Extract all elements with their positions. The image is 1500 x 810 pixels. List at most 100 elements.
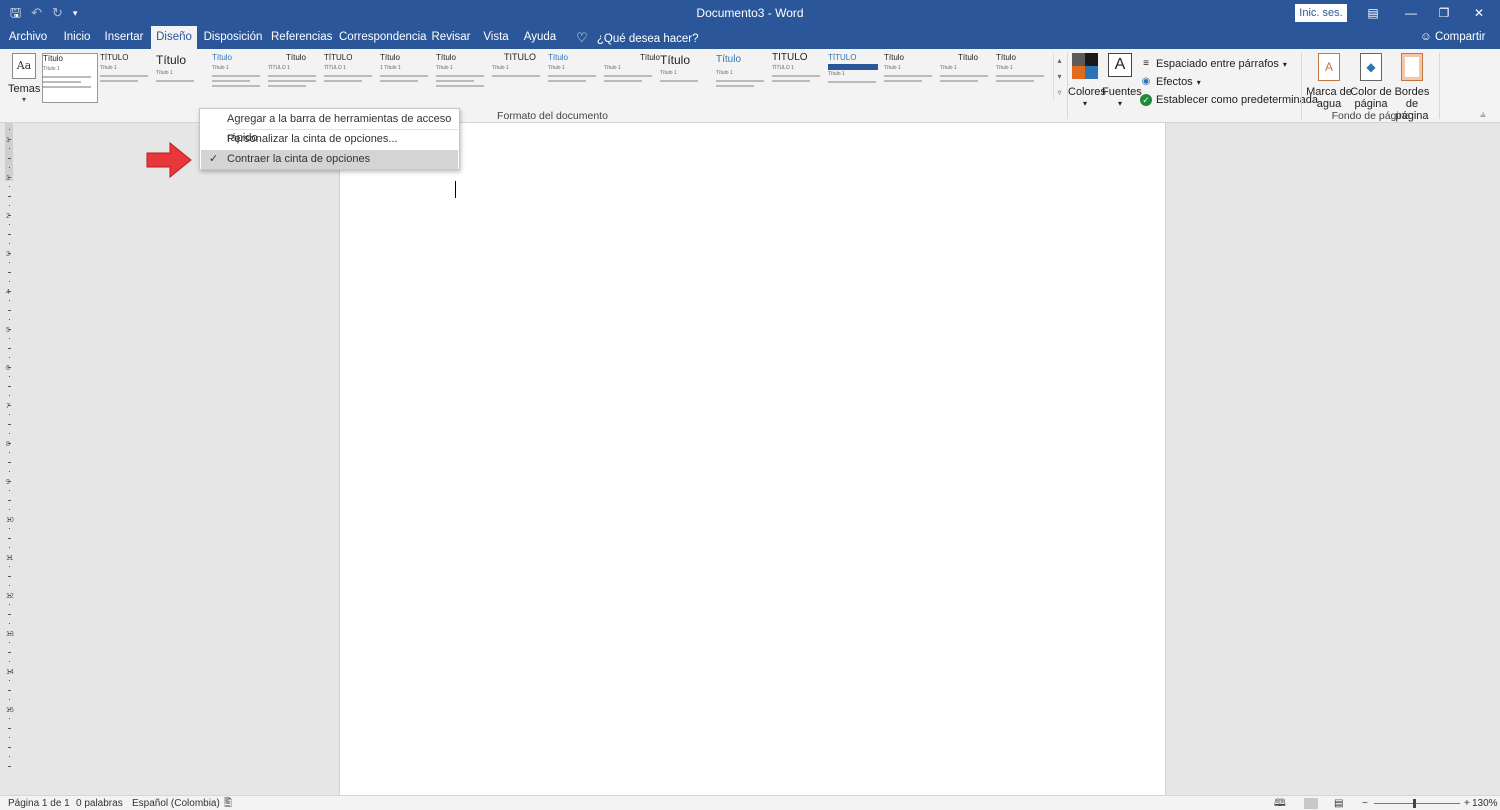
print-layout-icon[interactable] — [1304, 798, 1318, 809]
tab-insertar[interactable]: Insertar — [102, 26, 146, 49]
minimize-icon[interactable]: — — [1400, 4, 1422, 22]
marca-agua-label: Marca de agua — [1306, 86, 1352, 110]
sign-in-button[interactable]: Inic. ses. — [1295, 4, 1347, 22]
style-set-item[interactable]: TÍTULO Título 1 — [100, 53, 156, 103]
style-title: Título — [884, 53, 905, 62]
effects-icon: ◉ — [1141, 76, 1151, 87]
ruler-tick — [9, 243, 10, 244]
gallery-scroll: ▴ ▾ ▿ — [1053, 53, 1065, 101]
document-page[interactable] — [339, 123, 1166, 795]
ruler-tick — [9, 262, 10, 263]
tab-disposicion[interactable]: Disposición — [203, 26, 263, 49]
zoom-slider[interactable] — [1374, 803, 1460, 804]
style-set-item[interactable]: Título Título 1 — [660, 53, 716, 103]
zoom-level[interactable]: 130% — [1472, 797, 1498, 810]
ruler-tick — [9, 585, 10, 586]
web-layout-icon[interactable]: ▤ — [1334, 797, 1343, 810]
style-line — [268, 80, 316, 82]
ruler-tick — [9, 642, 10, 643]
style-set-item[interactable]: Título Título 1 — [42, 53, 98, 103]
style-line — [324, 80, 362, 82]
zoom-out-button[interactable]: − — [1362, 797, 1368, 810]
gallery-more-icon[interactable]: ▿ — [1054, 85, 1065, 101]
menu-item-customize-ribbon[interactable]: Personalizar la cinta de opciones... — [201, 130, 458, 149]
ruler-number: 4 — [6, 289, 10, 296]
fuentes-button[interactable]: A Fuentes ▾ — [1102, 53, 1142, 110]
ruler-number: 12 — [6, 593, 14, 600]
tab-diseno[interactable]: Diseño — [151, 26, 197, 49]
style-set-item[interactable]: TÍTULO Título 1 — [828, 53, 884, 103]
style-set-item[interactable]: TÍTULO TÍTULO 1 — [324, 53, 380, 103]
style-set-item[interactable]: Título Título 1 — [884, 53, 940, 103]
style-title: Título — [639, 53, 660, 62]
ribbon-display-options-icon[interactable]: ▤ — [1362, 4, 1384, 22]
ruler-tick — [9, 661, 10, 662]
color-pagina-button[interactable]: ◆ Color de página — [1350, 53, 1392, 110]
tab-ayuda[interactable]: Ayuda — [521, 26, 559, 49]
temas-button[interactable]: Aa Temas ▾ — [8, 53, 40, 104]
style-set-item[interactable]: TÍTULO Título 1 — [492, 53, 548, 103]
word-count[interactable]: 0 palabras — [76, 797, 123, 810]
style-line — [43, 76, 91, 78]
read-mode-icon[interactable]: 🕮 — [1274, 797, 1286, 810]
ruler-tick — [8, 746, 11, 748]
ruler-number: 10 — [6, 517, 14, 524]
tab-archivo[interactable]: Archivo — [4, 26, 52, 49]
accessibility-icon[interactable]: 🖺 — [224, 797, 232, 810]
ruler-tick — [9, 718, 10, 719]
style-set-item[interactable]: Título Título 1 — [436, 53, 492, 103]
ruler-number: 1 — [6, 175, 10, 182]
ruler-tick — [9, 452, 10, 453]
share-button[interactable]: ☺ Compartir — [1420, 26, 1485, 49]
style-set-item[interactable]: Título Título 1 — [996, 53, 1052, 103]
palette-icon — [1072, 53, 1098, 79]
ruler-number: 2 — [6, 213, 10, 220]
close-icon[interactable]: ✕ — [1468, 4, 1490, 22]
tab-referencias[interactable]: Referencias — [271, 26, 332, 49]
chevron-up-icon[interactable]: ▴ — [1054, 53, 1065, 69]
style-heading: Título 1 — [884, 65, 901, 71]
style-set-item[interactable]: Título Título 1 — [716, 53, 772, 103]
ruler-tick — [8, 537, 11, 539]
chevron-down-icon: ▾ — [1196, 77, 1201, 87]
set-default-button[interactable]: ✓ Establecer como predeterminada — [1140, 91, 1318, 109]
ruler-number: 7 — [6, 403, 10, 410]
style-set-item[interactable]: Título Título 1 — [604, 53, 660, 103]
tab-inicio[interactable]: Inicio — [58, 26, 96, 49]
zoom-slider-thumb[interactable] — [1413, 799, 1416, 808]
style-set-item[interactable]: Título Título 1 — [156, 53, 212, 103]
tab-vista[interactable]: Vista — [479, 26, 513, 49]
tab-revisar[interactable]: Revisar — [431, 26, 471, 49]
zoom-in-button[interactable]: + — [1464, 797, 1470, 810]
pin-ribbon-icon[interactable]: ⫨ — [1480, 109, 1486, 120]
style-set-item[interactable]: Título TÍTULO 1 — [268, 53, 324, 103]
style-line — [100, 80, 138, 82]
menu-item-add-to-qat[interactable]: Agregar a la barra de herramientas de ac… — [201, 110, 458, 144]
ruler-tick — [9, 338, 10, 339]
page-count[interactable]: Página 1 de 1 — [8, 797, 70, 810]
language[interactable]: Español (Colombia) — [132, 797, 220, 810]
style-line — [548, 75, 596, 77]
style-set-item[interactable]: Título 1 Título 1 — [380, 53, 436, 103]
tell-me-search[interactable]: ♡ ¿Qué desea hacer? — [576, 26, 699, 49]
colores-button[interactable]: Colores ▾ — [1068, 53, 1106, 110]
marca-agua-button[interactable]: A Marca de agua — [1306, 53, 1352, 110]
efectos-button[interactable]: ◉ Efectos ▾ — [1140, 73, 1318, 91]
swatch — [1085, 66, 1098, 79]
style-title: Título — [660, 53, 691, 67]
ruler-tick — [9, 509, 10, 510]
ruler-number: 3 — [6, 251, 10, 258]
ruler-tick — [8, 347, 11, 349]
style-set-item[interactable]: Título Título 1 — [940, 53, 996, 103]
person-icon: ☺ — [1420, 31, 1432, 43]
ribbon-context-menu: Agregar a la barra de herramientas de ac… — [199, 108, 460, 170]
menu-item-collapse-ribbon[interactable]: ✓ Contraer la cinta de opciones — [201, 150, 458, 169]
style-line — [884, 80, 922, 82]
style-set-item[interactable]: Título Título 1 — [212, 53, 268, 103]
restore-icon[interactable]: ❐ — [1433, 4, 1455, 22]
chevron-down-icon[interactable]: ▾ — [1054, 69, 1065, 85]
style-set-item[interactable]: TÍTULO TÍTULO 1 — [772, 53, 828, 103]
espaciado-button[interactable]: ≡ Espaciado entre párrafos ▾ — [1140, 55, 1318, 73]
tab-correspondencia[interactable]: Correspondencia — [339, 26, 427, 49]
style-set-item[interactable]: Título Título 1 — [548, 53, 604, 103]
